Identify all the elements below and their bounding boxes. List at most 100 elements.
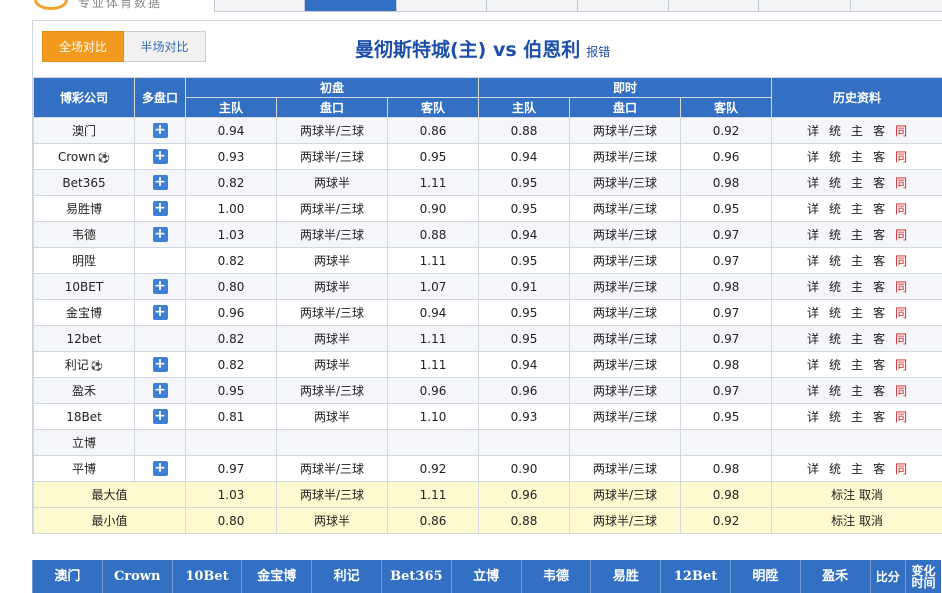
history-link[interactable]: 客 [873, 122, 885, 139]
company-cell[interactable]: 12bet [34, 326, 135, 352]
history-link[interactable]: 详 [807, 330, 819, 347]
history-link[interactable]: 详 [807, 200, 819, 217]
history-link[interactable]: 主 [851, 356, 863, 373]
history-link[interactable]: 同 [895, 278, 907, 295]
report-error-link[interactable]: 报错 [586, 45, 610, 59]
history-link[interactable]: 同 [895, 356, 907, 373]
history-link[interactable]: 同 [895, 122, 907, 139]
history-link[interactable]: 客 [873, 330, 885, 347]
company-name[interactable]: 立博 [72, 436, 96, 450]
company-cell[interactable]: 明陞 [34, 248, 135, 274]
company-cell[interactable]: 利记⚽ [34, 352, 135, 378]
history-link[interactable]: 详 [807, 226, 819, 243]
history-link[interactable]: 统 [829, 460, 841, 477]
history-link[interactable]: 统 [829, 330, 841, 347]
history-link[interactable]: 客 [873, 174, 885, 191]
history-link[interactable]: 主 [851, 174, 863, 191]
history-link[interactable]: 同 [895, 252, 907, 269]
history-link[interactable]: 主 [851, 382, 863, 399]
history-link[interactable]: 详 [807, 304, 819, 321]
company-name[interactable]: 10BET [65, 280, 103, 294]
history-link[interactable]: 详 [807, 122, 819, 139]
half-match-button[interactable]: 半场对比 [124, 31, 206, 62]
expand-plus-icon[interactable]: + [153, 305, 168, 320]
history-link[interactable]: 统 [829, 252, 841, 269]
company-tab[interactable]: 明陞 [730, 560, 800, 593]
history-link[interactable]: 详 [807, 174, 819, 191]
history-link[interactable]: 统 [829, 174, 841, 191]
nav-tab[interactable] [486, 0, 577, 12]
history-link[interactable]: 同 [895, 330, 907, 347]
history-link[interactable]: 主 [851, 200, 863, 217]
company-cell[interactable]: 韦德 [34, 222, 135, 248]
company-tab[interactable]: 12Bet [661, 560, 731, 593]
company-tab[interactable]: Crown [102, 560, 172, 593]
cancel-link[interactable]: 取消 [859, 488, 883, 502]
full-match-button[interactable]: 全场对比 [42, 31, 124, 62]
company-cell[interactable]: 平博 [34, 456, 135, 482]
expand-plus-icon[interactable]: + [153, 409, 168, 424]
company-cell[interactable]: 盈禾 [34, 378, 135, 404]
company-tab[interactable]: 立博 [451, 560, 521, 593]
company-tab[interactable]: 10Bet [172, 560, 242, 593]
company-tab[interactable]: 韦德 [521, 560, 591, 593]
history-link[interactable]: 同 [895, 408, 907, 425]
company-cell[interactable]: 澳门 [34, 118, 135, 144]
history-link[interactable]: 统 [829, 408, 841, 425]
company-name[interactable]: 18Bet [66, 410, 102, 424]
mark-link[interactable]: 标注 [831, 488, 855, 502]
nav-tab[interactable] [214, 0, 304, 12]
expand-plus-icon[interactable]: + [153, 149, 168, 164]
history-link[interactable]: 客 [873, 252, 885, 269]
expand-plus-icon[interactable]: + [153, 383, 168, 398]
history-link[interactable]: 同 [895, 200, 907, 217]
cancel-link[interactable]: 取消 [859, 514, 883, 528]
nav-tab[interactable] [577, 0, 668, 12]
history-link[interactable]: 客 [873, 382, 885, 399]
history-link[interactable]: 同 [895, 304, 907, 321]
history-link[interactable]: 客 [873, 408, 885, 425]
company-name[interactable]: 澳门 [72, 124, 96, 138]
company-tab[interactable]: Bet365 [381, 560, 451, 593]
expand-plus-icon[interactable]: + [153, 461, 168, 476]
company-name[interactable]: 金宝博 [66, 306, 102, 320]
history-link[interactable]: 统 [829, 278, 841, 295]
company-name[interactable]: 12bet [67, 332, 102, 346]
history-link[interactable]: 客 [873, 278, 885, 295]
history-link[interactable]: 客 [873, 304, 885, 321]
history-link[interactable]: 客 [873, 226, 885, 243]
company-name[interactable]: Crown [58, 150, 96, 164]
company-name[interactable]: 明陞 [72, 254, 96, 268]
expand-plus-icon[interactable]: + [153, 357, 168, 372]
history-link[interactable]: 客 [873, 460, 885, 477]
company-tab[interactable]: 澳门 [33, 560, 103, 593]
history-link[interactable]: 主 [851, 304, 863, 321]
history-link[interactable]: 统 [829, 148, 841, 165]
history-link[interactable]: 主 [851, 330, 863, 347]
company-cell[interactable]: Bet365 [34, 170, 135, 196]
history-link[interactable]: 统 [829, 226, 841, 243]
history-link[interactable]: 客 [873, 148, 885, 165]
history-link[interactable]: 同 [895, 382, 907, 399]
nav-tab[interactable] [668, 0, 758, 12]
company-cell[interactable]: Crown⚽ [34, 144, 135, 170]
history-link[interactable]: 详 [807, 148, 819, 165]
history-link[interactable]: 同 [895, 460, 907, 477]
company-cell[interactable]: 18Bet [34, 404, 135, 430]
history-link[interactable]: 主 [851, 252, 863, 269]
company-name[interactable]: 韦德 [72, 228, 96, 242]
history-link[interactable]: 统 [829, 382, 841, 399]
company-name[interactable]: 盈禾 [72, 384, 96, 398]
history-link[interactable]: 详 [807, 382, 819, 399]
history-link[interactable]: 详 [807, 356, 819, 373]
mark-link[interactable]: 标注 [831, 514, 855, 528]
site-logo[interactable] [34, 0, 74, 10]
company-tab[interactable]: 盈禾 [800, 560, 870, 593]
company-cell[interactable]: 易胜博 [34, 196, 135, 222]
history-link[interactable]: 同 [895, 174, 907, 191]
history-link[interactable]: 主 [851, 122, 863, 139]
company-cell[interactable]: 10BET [34, 274, 135, 300]
history-link[interactable]: 主 [851, 226, 863, 243]
company-name[interactable]: 易胜博 [66, 202, 102, 216]
company-cell[interactable]: 金宝博 [34, 300, 135, 326]
